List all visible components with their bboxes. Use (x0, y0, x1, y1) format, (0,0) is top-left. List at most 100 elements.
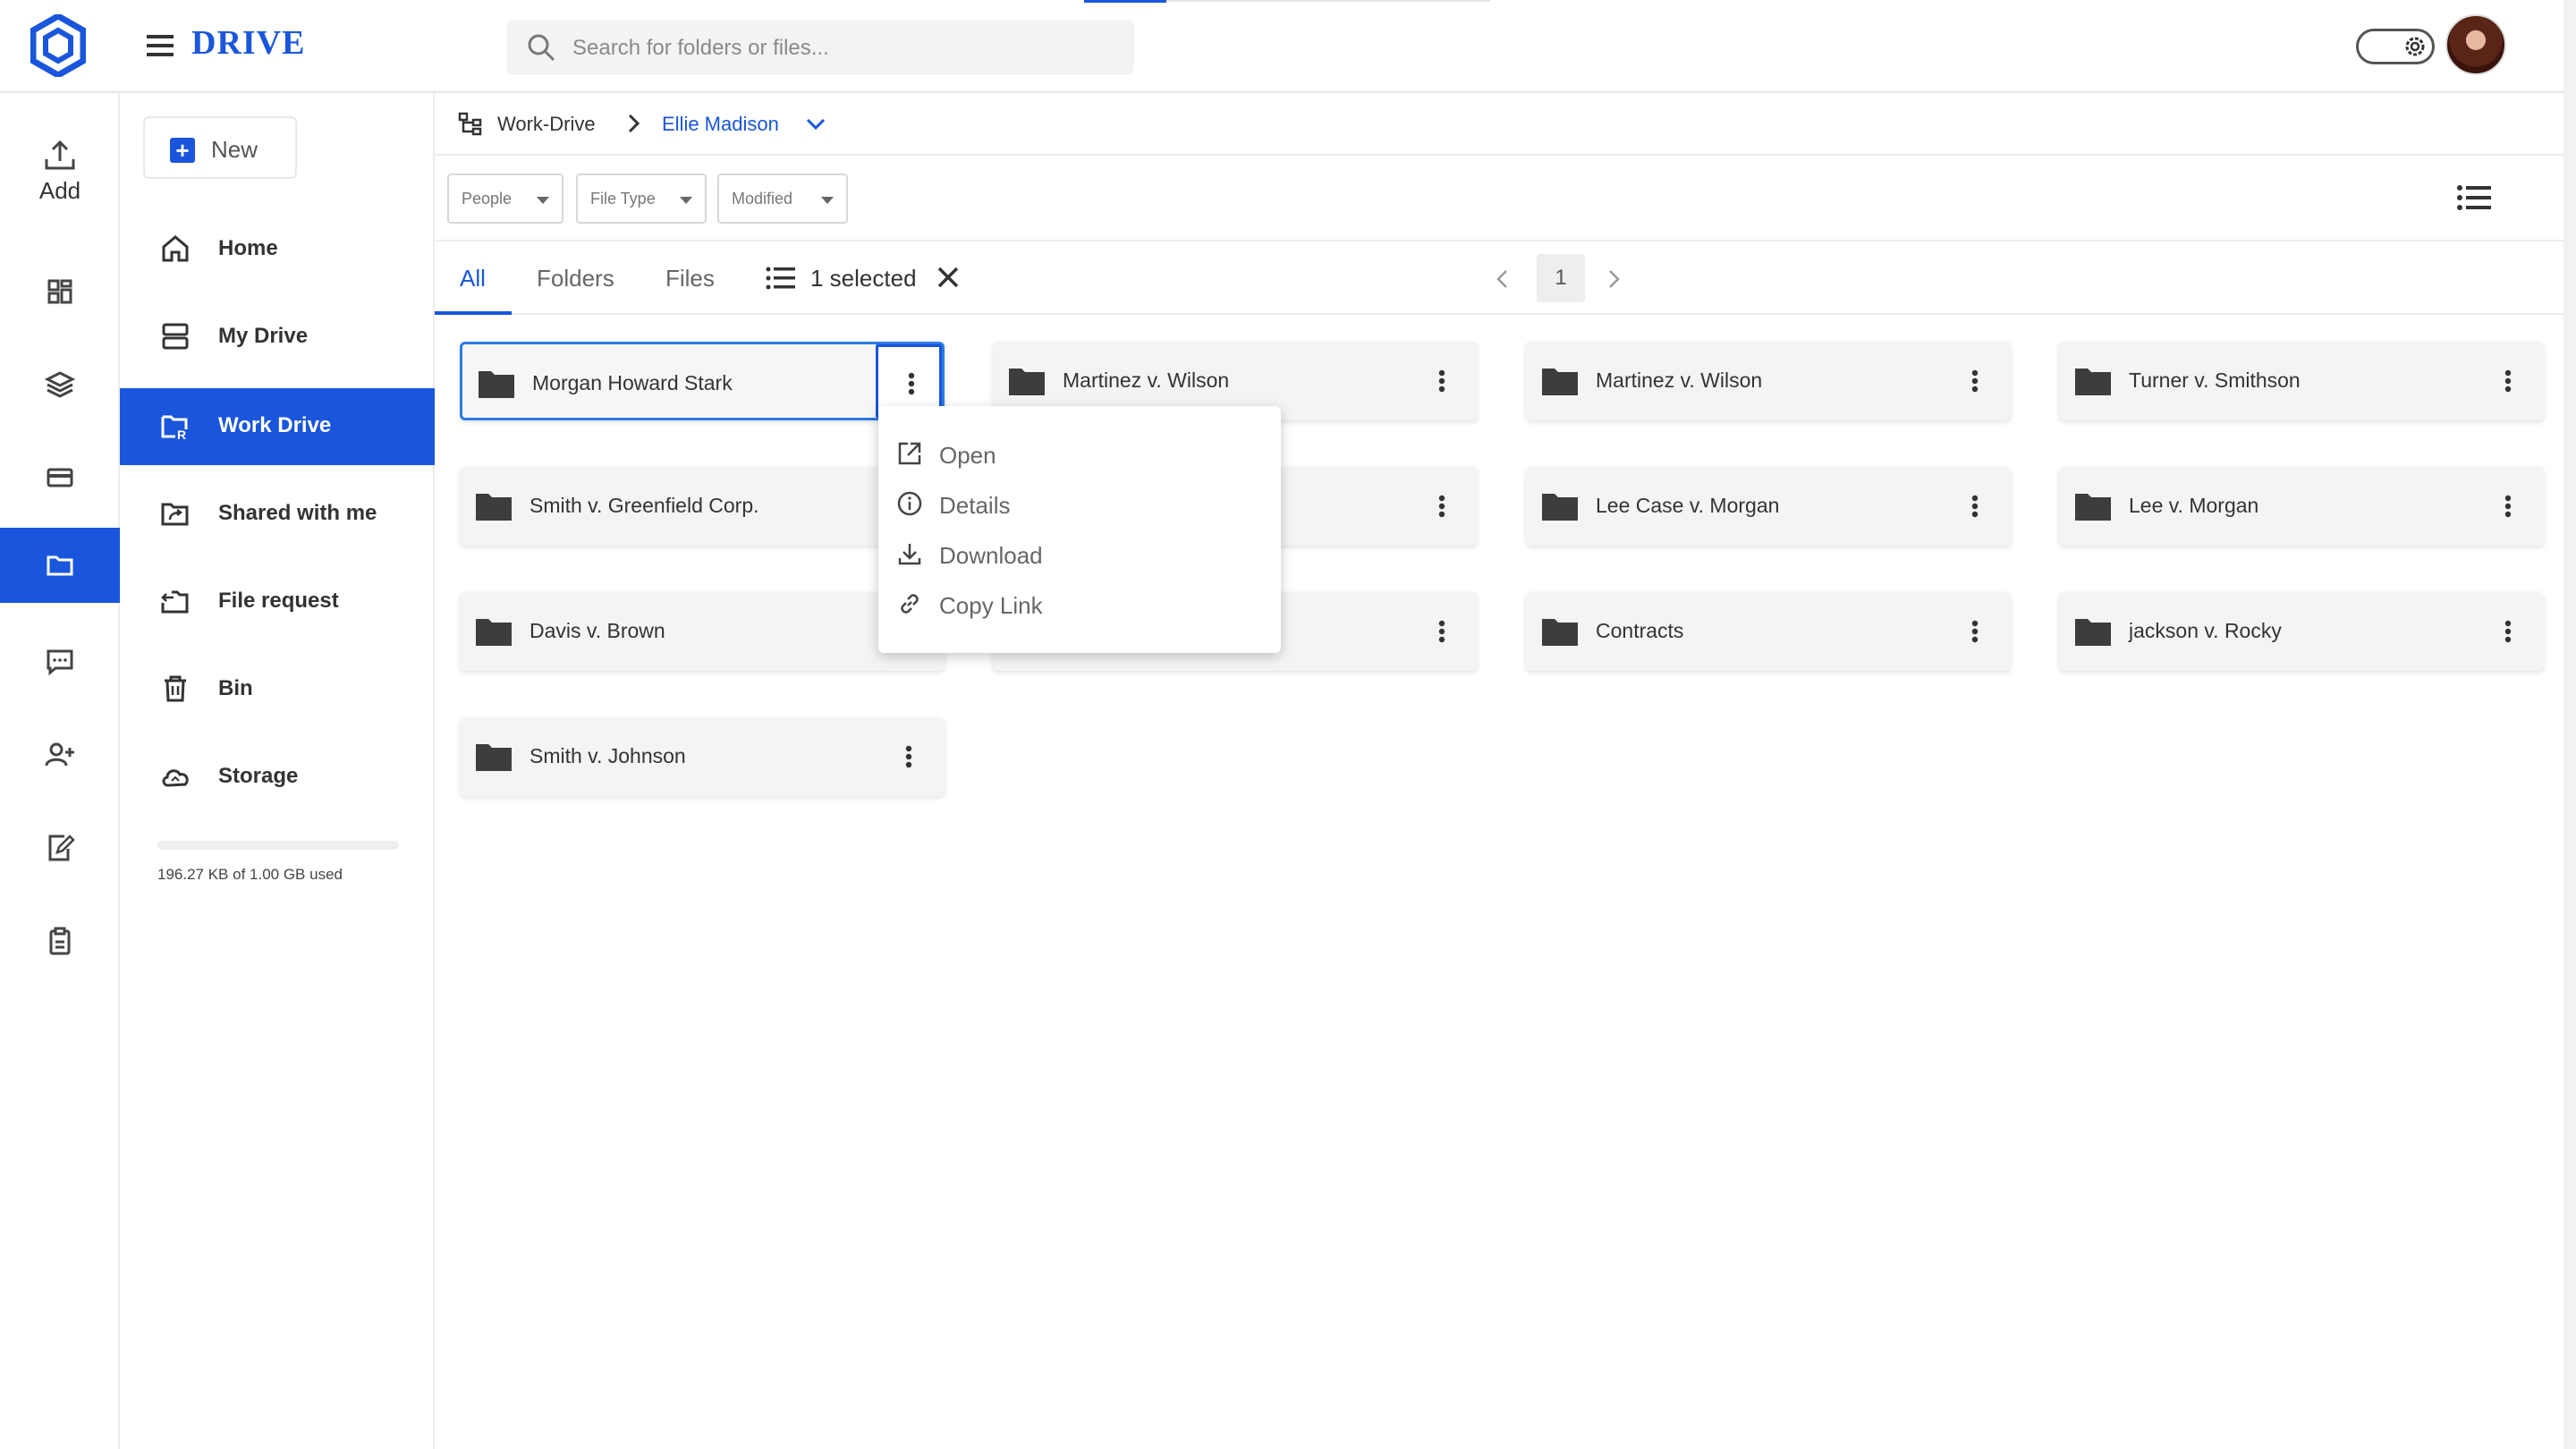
folder-name: Lee Case v. Morgan (1596, 494, 1780, 517)
folder-card[interactable]: Martinez v. Wilson (1526, 342, 2011, 420)
file-request-icon (159, 585, 191, 617)
storage-usage-text: 196.27 KB of 1.00 GB used (157, 866, 343, 883)
more-options-icon[interactable] (2488, 487, 2528, 526)
sidebar-item-label: Storage (218, 764, 299, 788)
folder-card[interactable]: Smith v. Greenfield Corp. (460, 467, 945, 546)
folder-card[interactable]: Davis v. Brown (460, 592, 945, 671)
filter-people[interactable]: People (447, 174, 564, 224)
clipboard-icon[interactable] (0, 903, 120, 979)
pagination: 1 (1329, 242, 1687, 315)
menu-item-details[interactable]: Details (878, 478, 1281, 528)
loading-indicator (1084, 0, 1490, 3)
more-options-icon[interactable] (1955, 487, 1995, 526)
folder-icon (474, 615, 513, 648)
tab-all[interactable]: All (460, 265, 486, 292)
link-icon (896, 590, 923, 617)
avatar[interactable] (2445, 14, 2506, 75)
sidebar-item-label: File request (218, 589, 339, 613)
filter-modified[interactable]: Modified (717, 174, 848, 224)
plus-icon: + (170, 138, 195, 163)
folder-icon (1007, 365, 1046, 397)
chevron-right-icon[interactable] (1601, 267, 1626, 292)
sidebar-item-work-drive[interactable]: R Work Drive (120, 388, 435, 465)
folder-card[interactable]: Lee v. Morgan (2059, 467, 2544, 546)
chevron-right-icon (621, 111, 646, 136)
app-logo-icon[interactable] (30, 14, 86, 77)
more-options-icon[interactable] (1422, 612, 1462, 651)
sidebar-item-file-request[interactable]: File request (120, 564, 435, 640)
folder-card[interactable]: jackson v. Rocky (2059, 592, 2544, 671)
add-label: Add (38, 177, 81, 204)
folder-name: Martinez v. Wilson (1063, 369, 1230, 392)
sidebar-item-shared-with-me[interactable]: Shared with me (120, 476, 435, 553)
shared-folder-icon (159, 497, 191, 530)
chat-icon[interactable] (0, 624, 120, 699)
folder-card[interactable]: Contracts (1526, 592, 2011, 671)
tab-folders[interactable]: Folders (537, 265, 614, 292)
menu-icon[interactable] (143, 30, 179, 61)
chevron-left-icon[interactable] (1490, 267, 1515, 292)
menu-item-download[interactable]: Download (878, 528, 1281, 578)
more-options-icon[interactable] (2488, 612, 2528, 651)
cloud-icon (159, 760, 191, 792)
caret-down-icon (537, 197, 549, 204)
page-number[interactable]: 1 (1537, 254, 1585, 302)
more-options-icon[interactable] (1422, 487, 1462, 526)
filter-file-type[interactable]: File Type (576, 174, 707, 224)
card-icon[interactable] (0, 440, 120, 515)
chevron-down-icon[interactable] (803, 111, 828, 136)
add-user-icon[interactable] (0, 717, 120, 792)
folder-icon (1540, 365, 1580, 397)
close-icon[interactable] (934, 263, 962, 292)
theme-toggle[interactable] (2356, 29, 2435, 64)
folder-name: jackson v. Rocky (2129, 619, 2282, 642)
menu-item-copy-link[interactable]: Copy Link (878, 578, 1281, 628)
more-options-icon[interactable] (1422, 361, 1462, 401)
folder-icon (2073, 365, 2113, 397)
sidebar-item-storage[interactable]: Storage (120, 739, 435, 816)
svg-text:R: R (177, 428, 186, 442)
more-options-icon[interactable] (2488, 361, 2528, 401)
folder-icon (477, 368, 516, 400)
dashboard-icon[interactable] (0, 254, 120, 329)
hierarchy-icon (458, 111, 483, 136)
more-options-icon[interactable] (889, 737, 928, 776)
folder-card[interactable]: Smith v. Johnson (460, 717, 945, 796)
caret-down-icon (821, 197, 834, 204)
search-input[interactable]: Search for folders or files... (506, 20, 1134, 75)
breadcrumb-root[interactable]: Work-Drive (497, 113, 596, 136)
add-button[interactable]: Add (0, 134, 120, 215)
scrollbar[interactable] (2563, 0, 2576, 1449)
home-icon (159, 233, 191, 265)
more-options-icon[interactable] (1955, 361, 1995, 401)
breadcrumb-current[interactable]: Ellie Madison (662, 113, 779, 136)
more-options-icon[interactable] (1955, 612, 1995, 651)
sidebar-item-home[interactable]: Home (120, 211, 435, 288)
new-button[interactable]: + New (143, 116, 297, 179)
app-title: DRIVE (191, 24, 306, 62)
folder-name: Morgan Howard Stark (532, 371, 733, 394)
filter-bar: People File Type Modified (435, 156, 2563, 242)
folder-icon[interactable] (0, 528, 120, 603)
folder-icon (474, 741, 513, 773)
menu-item-open[interactable]: Open (878, 428, 1281, 478)
menu-item-label: Copy Link (939, 592, 1043, 619)
tab-files[interactable]: Files (665, 265, 715, 292)
list-view-icon[interactable] (2456, 182, 2492, 213)
layers-icon[interactable] (0, 347, 120, 422)
sidebar-item-bin[interactable]: Bin (120, 651, 435, 728)
selection-count: 1 selected (810, 265, 917, 292)
filter-label: People (462, 190, 513, 208)
search-placeholder: Search for folders or files... (572, 36, 829, 60)
folder-card[interactable]: Lee Case v. Morgan (1526, 467, 2011, 546)
tab-bar: All Folders Files 1 selected 1 (435, 242, 2563, 315)
folder-name: Smith v. Greenfield Corp. (530, 494, 759, 517)
menu-item-label: Details (939, 492, 1011, 519)
folder-card[interactable]: Turner v. Smithson (2059, 342, 2544, 420)
new-button-label: New (211, 136, 258, 163)
sidebar-item-my-drive[interactable]: My Drive (120, 299, 435, 376)
edit-document-icon[interactable] (0, 810, 120, 886)
folder-card[interactable]: Morgan Howard Stark (460, 342, 945, 420)
folder-name: Turner v. Smithson (2129, 369, 2301, 392)
sidebar-item-label: My Drive (218, 324, 309, 348)
